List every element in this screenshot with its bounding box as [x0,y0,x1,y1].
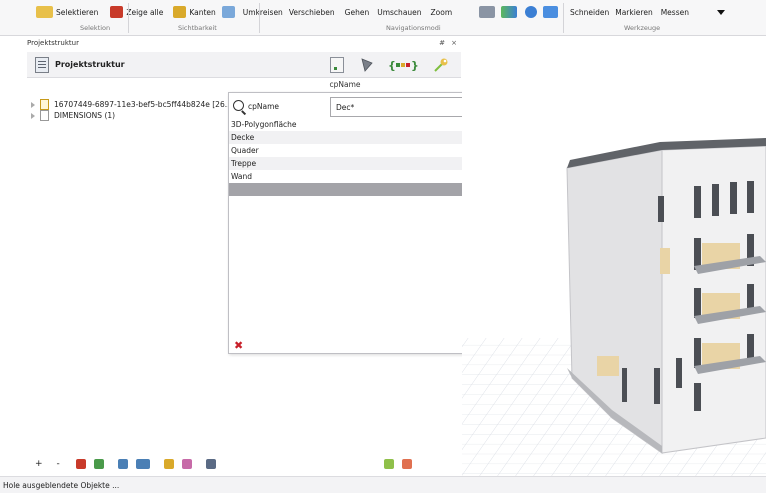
tree-item-ifc-file[interactable]: 16707449-6897-11e3-bef5-bc5ff44b824e [26… [27,99,232,110]
mark-button[interactable]: Markieren [615,8,652,17]
group-label-selection: Selektion [80,24,111,32]
hide-icon[interactable] [163,459,174,469]
edges-icon [173,6,187,18]
ribbon-row: Selektieren Zeige alle Kanten Umkreisen … [36,5,458,19]
search-icon [233,100,244,111]
document-icon [40,110,49,121]
find-group-icon[interactable] [135,459,150,469]
expand-icon[interactable] [31,101,35,108]
section-view-icon[interactable] [221,6,235,18]
filter-funnel-icon[interactable] [360,57,374,73]
frame-icon[interactable] [330,57,344,73]
edges-button[interactable]: Kanten [173,6,216,18]
expand-all-button[interactable]: + [35,459,43,469]
panel-header: Projektstruktur { } [27,52,461,78]
show-all-button[interactable]: Zeige alle [110,6,163,18]
pin-green-icon[interactable] [383,459,394,469]
filter-field-label: cpName [248,102,280,111]
expand-icon[interactable] [31,112,35,119]
tree-item-label: 16707449-6897-11e3-bef5-bc5ff44b824e [26… [54,100,232,109]
tools-row: Schneiden Markieren Messen [570,5,725,19]
svg-text:{: { [388,59,396,72]
show-all-icon [110,6,124,18]
tree-item-label: DIMENSIONS (1) [54,111,116,120]
bottom-toolbar: + - [27,454,461,474]
tree-item-dimensions[interactable]: DIMENSIONS (1) [27,110,115,121]
select-button[interactable]: Selektieren [36,6,98,18]
building-model [462,138,766,493]
select-icon [36,6,53,18]
panel-title-bar: Projektstruktur # × [27,39,461,51]
group-label-visibility: Sichtbarkeit [178,24,217,32]
ribbon-toolbar: Selektieren Zeige alle Kanten Umkreisen … [0,0,766,36]
add-group-icon[interactable] [93,459,104,469]
measure-button[interactable]: Messen [661,8,689,17]
group-icon[interactable] [117,459,128,469]
pin-red-icon[interactable] [401,459,412,469]
zoom-button[interactable]: Zoom [431,8,453,17]
shading-icon[interactable] [501,6,517,18]
close-icon[interactable]: × [451,39,457,47]
show-icon[interactable] [181,459,192,469]
paint-pin-icon[interactable] [433,57,449,73]
cut-button[interactable]: Schneiden [570,8,609,17]
ifc-file-icon [40,99,49,110]
isolate-icon[interactable] [205,459,216,469]
close-filter-icon[interactable]: ✖ [234,340,243,351]
group-separator [128,3,129,33]
collapse-all-button[interactable]: - [57,459,60,469]
column-header-cpname[interactable]: cpName [228,80,462,92]
svg-text:}: } [411,59,418,72]
orbit-button[interactable]: Umkreisen [243,8,283,17]
ribbon-view-icons [479,5,561,19]
chevron-down-icon[interactable] [716,9,725,15]
pan-button[interactable]: Verschieben [289,8,335,17]
3d-viewport[interactable] [462,38,766,493]
panel-title: Projektstruktur [27,39,79,47]
group-label-navigation: Navigationsmodi [386,24,441,32]
look-around-button[interactable]: Umschauen [377,8,421,17]
braces-icon[interactable]: { } [388,57,418,73]
pin-icon[interactable]: # [439,39,445,47]
group-separator [563,3,564,33]
project-structure-icon [35,57,49,73]
help-icon[interactable] [525,6,537,18]
panel-header-title: Projektstruktur [55,60,125,69]
camera-icon[interactable] [479,6,495,18]
status-bar: Hole ausgeblendete Objekte ... [0,476,766,493]
screen-icon[interactable] [543,6,558,18]
group-label-tools: Werkzeuge [624,24,661,32]
delete-selection-icon[interactable] [75,459,86,469]
group-separator [259,3,260,33]
walk-button[interactable]: Gehen [345,8,370,17]
